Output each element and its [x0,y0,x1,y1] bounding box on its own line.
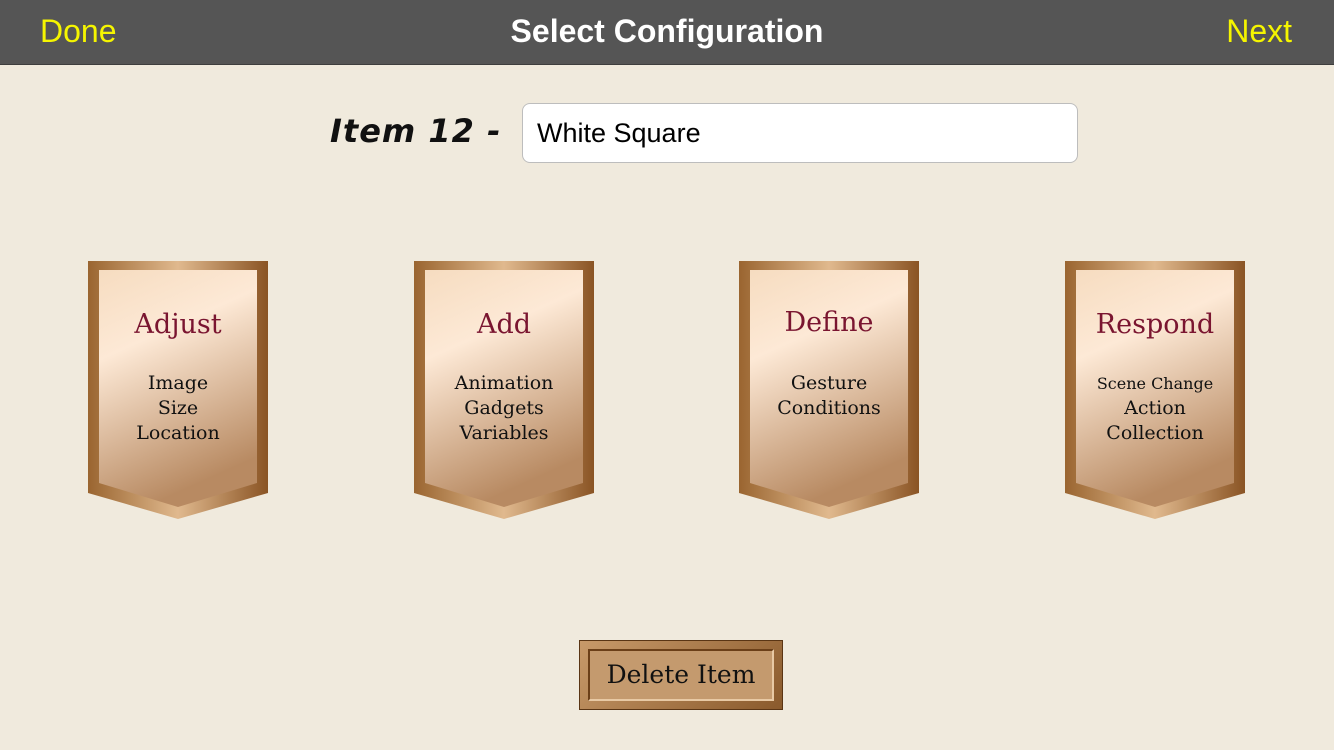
banner-description: Scene Change Action Collection [1065,371,1245,446]
banner-title: Define [784,307,874,338]
banner-title: Adjust [134,309,222,340]
banner-line: Action [1124,397,1186,419]
item-name-input[interactable] [522,103,1078,163]
next-button[interactable]: Next [1226,0,1292,62]
respond-banner-button[interactable]: Respond Scene Change Action Collection [1065,261,1245,519]
banner-line: Location [136,422,220,444]
banner-line: Size [157,397,199,419]
delete-item-button[interactable]: Delete Item [579,640,783,710]
banner-line: Scene Change [1096,374,1214,393]
banner-line: Variables [459,422,549,444]
banner-description: Animation Gadgets Variables [414,371,594,446]
banner-line: Conditions [777,397,881,419]
banner-line: Gesture [790,372,868,394]
banner-line: Animation [454,372,554,394]
banner-description: Image Size Location [88,371,268,446]
item-number-label: Item 12 - [330,112,502,150]
page-title: Select Configuration [510,13,824,49]
navigation-bar: Done Select Configuration Next [0,0,1334,65]
delete-item-label: Delete Item [588,649,774,701]
banner-line: Collection [1106,422,1204,444]
banner-line: Gadgets [464,397,544,419]
banner-title: Respond [1095,309,1215,340]
banner-description: Gesture Conditions [739,371,919,421]
banner-line: Image [147,372,209,394]
define-banner-button[interactable]: Define Gesture Conditions [739,261,919,519]
add-banner-button[interactable]: Add Animation Gadgets Variables [414,261,594,519]
adjust-banner-button[interactable]: Adjust Image Size Location [88,261,268,519]
banner-title: Add [476,309,532,340]
